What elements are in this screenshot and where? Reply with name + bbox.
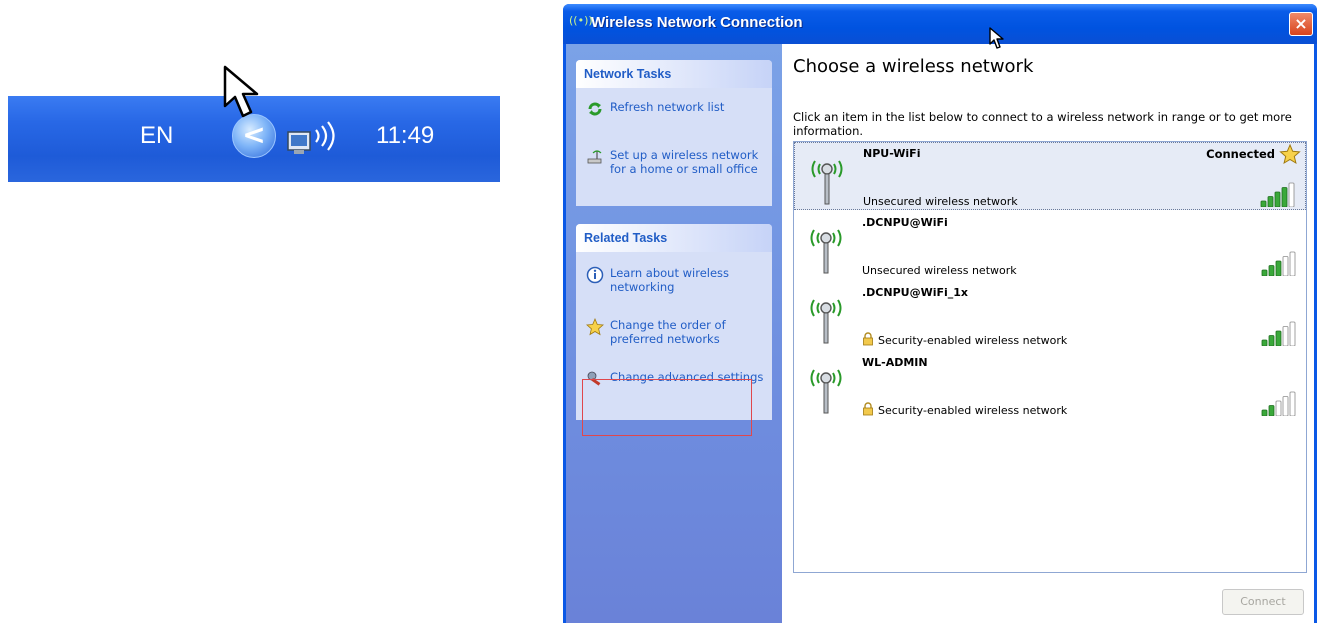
network-name: .DCNPU@WiFi_1x: [862, 286, 969, 299]
signal-bar: [1289, 391, 1296, 416]
network-tasks-panel: Network Tasks Refresh network list Set u…: [576, 60, 772, 206]
signal-bar: [1275, 260, 1282, 276]
signal-bar: [1282, 396, 1289, 416]
network-tasks-heading[interactable]: Network Tasks: [576, 60, 772, 88]
related-tasks-panel: Related Tasks Learn about wireless netwo…: [576, 224, 772, 436]
wireless-title-icon: ((•)): [569, 14, 593, 27]
connect-button[interactable]: Connect: [1222, 589, 1304, 615]
setup-network-icon: [587, 150, 602, 164]
signal-bar: [1281, 187, 1288, 207]
network-name: WL-ADMIN: [862, 356, 928, 369]
lock-icon: [863, 402, 873, 416]
refresh-icon: [588, 102, 602, 116]
network-name: NPU-WiFi: [863, 147, 921, 160]
task-pane: Network Tasks Refresh network list Set u…: [566, 44, 782, 623]
signal-bar: [1289, 321, 1296, 346]
signal-bar: [1260, 200, 1267, 207]
signal-bar: [1275, 330, 1282, 346]
mouse-cursor-icon: [223, 65, 259, 118]
network-name: .DCNPU@WiFi: [862, 216, 948, 229]
signal-bar: [1274, 191, 1281, 207]
signal-bar: [1267, 196, 1274, 207]
clock[interactable]: 11:49: [376, 122, 434, 150]
setup-wireless-network-label: Set up a wireless network for a home or …: [610, 148, 759, 176]
connection-status: Connected: [1206, 147, 1275, 161]
language-indicator[interactable]: EN: [140, 122, 173, 150]
title-bar[interactable]: ((•)) Wireless Network Connection ×: [563, 4, 1317, 44]
highlight-box: [582, 379, 752, 436]
related-tasks-heading[interactable]: Related Tasks: [576, 224, 772, 252]
change-preferred-order-label: Change the order of preferred networks: [610, 318, 726, 346]
wireless-network-tray-icon[interactable]: [284, 118, 348, 158]
mouse-cursor-icon: [989, 27, 1004, 49]
signal-strength-icon: [1261, 391, 1296, 416]
signal-bar: [1275, 400, 1282, 416]
signal-bar: [1268, 405, 1275, 416]
preferred-network-star-icon: [1279, 143, 1301, 165]
network-security-type: Unsecured wireless network: [863, 195, 1018, 208]
refresh-network-list-label: Refresh network list: [610, 100, 725, 114]
network-item[interactable]: WL-ADMIN Security-enabled wireless netwo…: [794, 352, 1306, 420]
instructions-text: Click an item in the list below to conne…: [793, 110, 1292, 138]
network-item[interactable]: .DCNPU@WiFi_1x Security-enabled wireless…: [794, 282, 1306, 350]
signal-bar: [1261, 269, 1268, 276]
signal-bar: [1288, 182, 1295, 207]
network-list: NPU-WiFi Connected Unsecured wireless ne…: [793, 141, 1307, 573]
signal-strength-icon: [1261, 251, 1296, 276]
page-heading: Choose a wireless network: [793, 56, 1034, 77]
network-security-type: Security-enabled wireless network: [878, 404, 1068, 417]
network-item[interactable]: NPU-WiFi Connected Unsecured wireless ne…: [794, 142, 1306, 210]
signal-bar: [1268, 335, 1275, 346]
close-button[interactable]: ×: [1289, 12, 1313, 36]
network-security-type: Unsecured wireless network: [862, 264, 1017, 277]
signal-bar: [1282, 256, 1289, 276]
signal-strength-icon: [1260, 182, 1295, 207]
main-panel: Choose a wireless network Click an item …: [782, 44, 1314, 623]
signal-bar: [1282, 326, 1289, 346]
learn-about-wireless-label: Learn about wireless networking: [610, 266, 730, 294]
signal-bar: [1261, 339, 1268, 346]
lock-icon: [863, 332, 873, 346]
network-security-type: Security-enabled wireless network: [878, 334, 1068, 347]
info-icon: [586, 266, 604, 284]
star-icon: [586, 318, 604, 336]
window-client-area: Network Tasks Refresh network list Set u…: [566, 44, 1314, 623]
network-item[interactable]: .DCNPU@WiFi Unsecured wireless network: [794, 212, 1306, 280]
signal-bar: [1289, 251, 1296, 276]
signal-bar: [1268, 265, 1275, 276]
wireless-antenna-icon: [811, 160, 843, 205]
wireless-antenna-icon: [810, 229, 842, 274]
window-title: Wireless Network Connection: [591, 14, 803, 31]
signal-strength-icon: [1261, 321, 1296, 346]
wireless-antenna-icon: [810, 369, 842, 414]
signal-bar: [1261, 409, 1268, 416]
wireless-network-connection-window: ((•)) Wireless Network Connection × Netw…: [563, 4, 1317, 623]
wireless-antenna-icon: [810, 299, 842, 344]
